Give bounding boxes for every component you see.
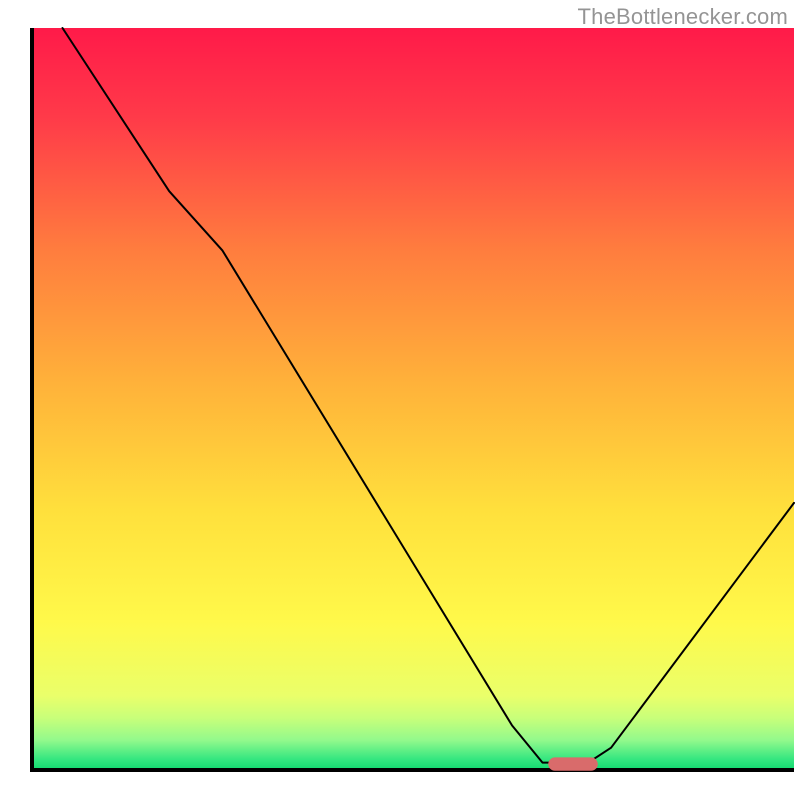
plot-background xyxy=(32,28,794,770)
bottleneck-chart: TheBottlenecker.com xyxy=(0,0,800,800)
chart-svg xyxy=(0,0,800,800)
optimal-range-marker xyxy=(548,757,598,770)
